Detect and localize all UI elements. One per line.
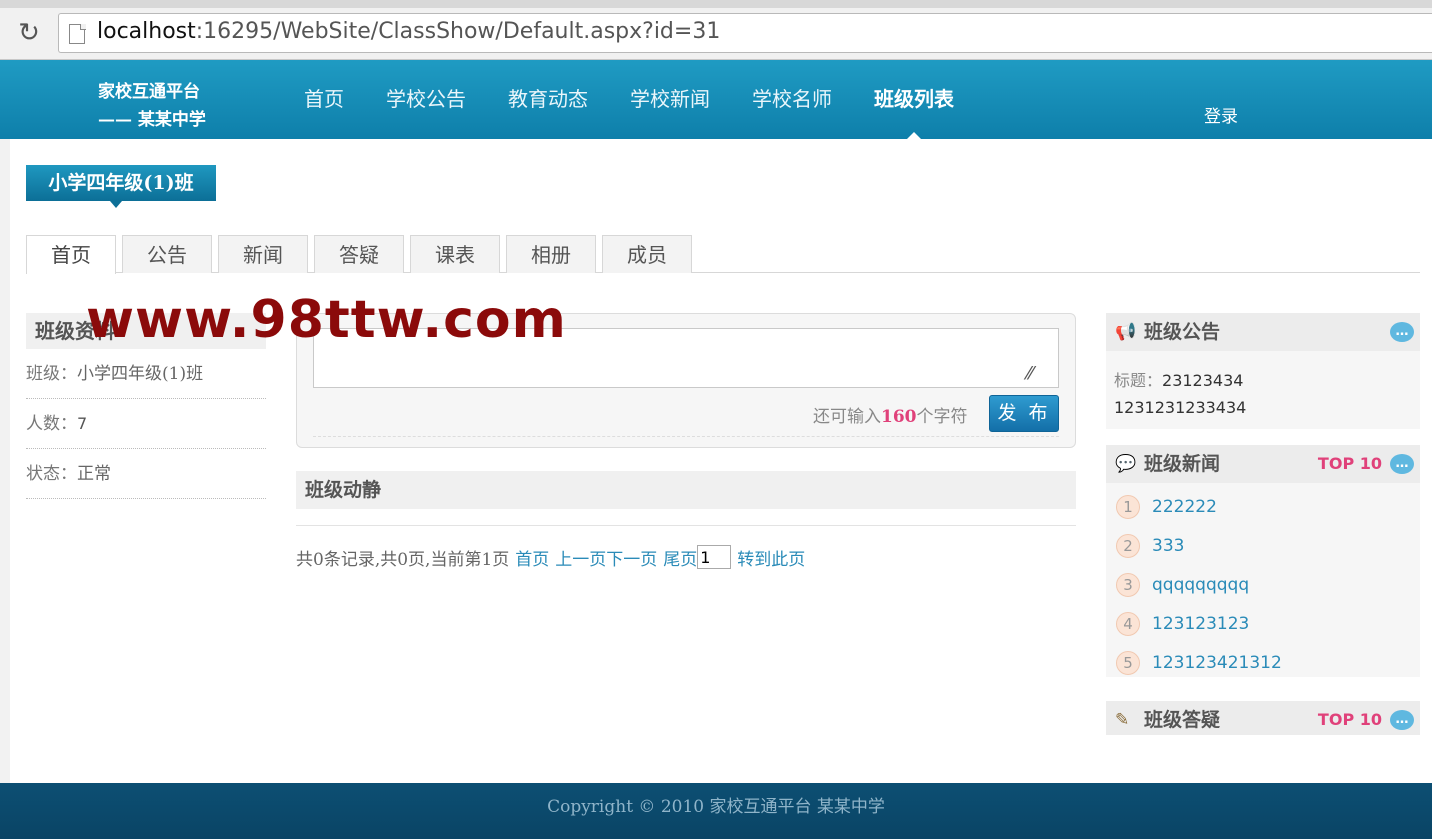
news-link[interactable]: qqqqqqqqq <box>1152 575 1249 595</box>
feed-divider <box>296 525 1076 526</box>
notice-title: 班级公告 <box>1144 321 1221 343</box>
main-content: 小学四年级(1)班 首页 公告 新闻 答疑 课表 相册 成员 班级资料 班级：小… <box>10 139 1432 783</box>
tab-home[interactable]: 首页 <box>26 235 116 274</box>
info-row-class: 班级：小学四年级(1)班 <box>26 349 266 399</box>
rank-badge: 2 <box>1116 533 1140 558</box>
pager-summary: 共0条记录,共0页,当前第1页 <box>296 549 510 570</box>
post-divider <box>313 436 1059 437</box>
resize-handle-icon[interactable]: ⁄⁄ <box>1027 364 1049 384</box>
publish-button[interactable]: 发 布 <box>989 395 1059 432</box>
notice-body: 标题：23123434 1231231233434 <box>1106 351 1420 433</box>
news-list: 1 222222 2 333 3 qqqqqqqqq 4 123123123 5… <box>1106 483 1420 684</box>
tab-notice[interactable]: 公告 <box>122 235 212 273</box>
remaining-prefix: 还可输入 <box>813 407 881 427</box>
site-header: 家校互通平台 —— 某某中学 首页 学校公告 教育动态 学校新闻 学校名师 班级… <box>0 60 1432 139</box>
page-icon <box>69 23 86 44</box>
info-row-status: 状态：正常 <box>26 449 266 499</box>
rank-badge: 1 <box>1116 494 1140 519</box>
qa-head: ✎ 班级答疑 TOP 10 … <box>1106 701 1420 735</box>
notice-more-icon[interactable]: … <box>1390 322 1414 342</box>
news-box: 💬 班级新闻 TOP 10 … 1 222222 2 333 3 qqqqqqq… <box>1106 445 1420 677</box>
nav-school-notice[interactable]: 学校公告 <box>365 48 487 127</box>
info-class-value: 小学四年级(1)班 <box>77 364 204 384</box>
nav-home[interactable]: 首页 <box>283 48 365 127</box>
nav-education-news[interactable]: 教育动态 <box>487 48 609 127</box>
reload-icon[interactable]: ↻ <box>14 18 44 48</box>
news-title: 班级新闻 <box>1144 453 1221 475</box>
list-item: 4 123123123 <box>1116 604 1420 643</box>
list-item: 3 qqqqqqqqq <box>1116 565 1420 604</box>
logo-line1: 家校互通平台 <box>98 82 200 102</box>
edit-note-icon: ✎ <box>1115 710 1130 730</box>
news-link[interactable]: 333 <box>1152 536 1184 556</box>
qa-title: 班级答疑 <box>1144 709 1221 731</box>
list-item: 2 333 <box>1116 526 1420 565</box>
feed-title: 班级动静 <box>296 471 1076 509</box>
url-host: localhost <box>97 19 196 44</box>
info-row-count: 人数：7 <box>26 399 266 449</box>
browser-tabstrip <box>0 0 1432 8</box>
site-footer: Copyright © 2010 家校互通平台 某某中学 <box>0 783 1432 839</box>
news-link[interactable]: 123123421312 <box>1152 653 1282 673</box>
news-link[interactable]: 222222 <box>1152 497 1217 517</box>
info-status-label: 状态： <box>26 464 77 484</box>
notice-head: 📢 班级公告 … <box>1106 313 1420 351</box>
news-head: 💬 班级新闻 TOP 10 … <box>1106 445 1420 483</box>
pager-next[interactable]: 下一页 <box>606 545 657 570</box>
list-item: 5 123123421312 <box>1116 643 1420 682</box>
tab-qa[interactable]: 答疑 <box>314 235 404 273</box>
remaining-chars: 还可输入160个字符 <box>813 402 968 427</box>
remaining-suffix: 个字符 <box>916 407 968 427</box>
rank-badge: 5 <box>1116 650 1140 675</box>
qa-more-icon[interactable]: … <box>1390 710 1414 730</box>
address-bar[interactable]: localhost:16295/WebSite/ClassShow/Defaul… <box>58 13 1432 53</box>
nav-school-news[interactable]: 学校新闻 <box>609 48 731 127</box>
info-status-value: 正常 <box>77 464 111 484</box>
chat-bubble-icon: 💬 <box>1115 454 1137 474</box>
pager-last[interactable]: 尾页 <box>663 545 697 570</box>
rank-badge: 3 <box>1116 572 1140 597</box>
logo-line2: —— 某某中学 <box>98 110 206 130</box>
remaining-count: 160 <box>881 407 917 427</box>
list-item: 1 222222 <box>1116 487 1420 526</box>
class-title-badge: 小学四年级(1)班 <box>26 165 216 208</box>
notice-line2[interactable]: 1231231233434 <box>1114 398 1246 417</box>
url-text[interactable]: localhost:16295/WebSite/ClassShow/Defaul… <box>97 19 720 44</box>
news-top10-badge: TOP 10 <box>1317 454 1382 473</box>
megaphone-icon: 📢 <box>1115 322 1137 342</box>
pager-go[interactable]: 转到此页 <box>737 545 805 570</box>
notice-box: 📢 班级公告 … 标题：23123434 1231231233434 <box>1106 313 1420 429</box>
qa-top10-badge: TOP 10 <box>1317 710 1382 729</box>
tab-schedule[interactable]: 课表 <box>410 235 500 273</box>
notice-line1[interactable]: 23123434 <box>1162 371 1243 390</box>
info-count-value: 7 <box>77 414 88 433</box>
login-link[interactable]: 登录 <box>1204 102 1238 127</box>
main-nav: 首页 学校公告 教育动态 学校新闻 学校名师 班级列表 <box>283 60 975 139</box>
watermark-text: www.98ttw.com <box>86 290 567 350</box>
tab-news[interactable]: 新闻 <box>218 235 308 273</box>
class-tabs: 首页 公告 新闻 答疑 课表 相册 成员 <box>26 235 1420 274</box>
nav-famous-teachers[interactable]: 学校名师 <box>731 48 853 127</box>
news-link[interactable]: 123123123 <box>1152 614 1249 634</box>
url-path: :16295/WebSite/ClassShow/Default.aspx?id… <box>195 19 721 44</box>
rank-badge: 4 <box>1116 611 1140 636</box>
info-count-label: 人数： <box>26 414 77 434</box>
tab-members[interactable]: 成员 <box>602 235 692 273</box>
tab-album[interactable]: 相册 <box>506 235 596 273</box>
page-number-input[interactable] <box>697 545 732 569</box>
news-more-icon[interactable]: … <box>1390 454 1414 474</box>
pager-first[interactable]: 首页 <box>515 545 549 570</box>
pager-prev[interactable]: 上一页 <box>555 545 606 570</box>
pager: 共0条记录,共0页,当前第1页 首页 上一页 下一页 尾页 转到此页 <box>296 544 805 570</box>
qa-box: ✎ 班级答疑 TOP 10 … <box>1106 701 1420 735</box>
site-logo[interactable]: 家校互通平台 —— 某某中学 <box>98 78 228 134</box>
info-class-label: 班级： <box>26 364 77 384</box>
nav-class-list[interactable]: 班级列表 <box>853 48 975 139</box>
notice-label: 标题： <box>1114 371 1163 390</box>
